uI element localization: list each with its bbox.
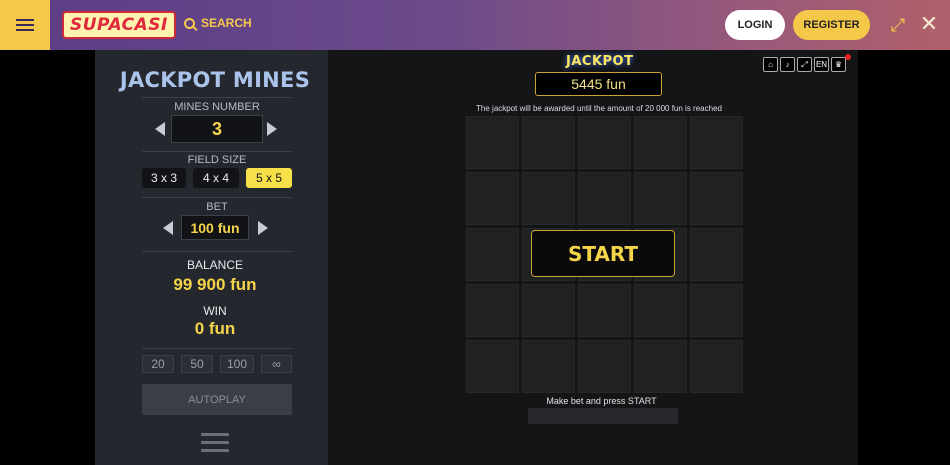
close-icon[interactable]: ✕ — [918, 12, 940, 36]
mine-cell[interactable] — [522, 116, 575, 169]
game-title: JACKPOT MINES — [119, 68, 311, 92]
mine-cell[interactable] — [522, 284, 575, 337]
mine-cell[interactable] — [466, 340, 519, 393]
mine-cell[interactable] — [466, 284, 519, 337]
mine-cell[interactable] — [690, 116, 743, 169]
jackpot-title: JACKPOT — [566, 54, 634, 69]
menu-icon — [16, 16, 34, 34]
start-button[interactable]: START — [531, 230, 675, 277]
autoplay-count-infinite[interactable]: ∞ — [261, 355, 292, 373]
mine-cell[interactable] — [578, 116, 631, 169]
site-logo[interactable]: SUPACASI — [62, 11, 176, 39]
login-button[interactable]: LOGIN — [725, 10, 785, 40]
mine-cell[interactable] — [578, 172, 631, 225]
search-button[interactable]: SEARCH — [184, 16, 252, 30]
status-message: Make bet and press START — [546, 396, 657, 406]
mine-cell[interactable] — [634, 172, 687, 225]
mine-cell[interactable] — [578, 340, 631, 393]
autoplay-count-20[interactable]: 20 — [142, 355, 174, 373]
mine-cell[interactable] — [466, 228, 519, 281]
game-menu-icon[interactable] — [201, 433, 229, 457]
trophy-icon[interactable]: ♛ — [831, 57, 846, 72]
divider — [142, 97, 292, 98]
top-navbar: SUPACASI SEARCH LOGIN REGISTER ⤢ ✕ — [0, 0, 950, 50]
language-button[interactable]: EN — [814, 57, 829, 72]
sound-icon[interactable]: ♪ — [780, 57, 795, 72]
mine-cell[interactable] — [690, 340, 743, 393]
fullscreen-icon[interactable]: ⤢ — [889, 16, 907, 34]
autoplay-count-100[interactable]: 100 — [220, 355, 254, 373]
field-size-3x3-button[interactable]: 3 x 3 — [142, 168, 186, 188]
home-icon[interactable]: ⌂ — [763, 57, 778, 72]
divider — [142, 348, 292, 349]
win-label: WIN — [203, 304, 227, 318]
mine-cell[interactable] — [634, 284, 687, 337]
autoplay-count-50[interactable]: 50 — [181, 355, 213, 373]
mine-cell[interactable] — [522, 340, 575, 393]
field-size-label: FIELD SIZE — [187, 154, 247, 166]
mines-increase-arrow[interactable] — [267, 122, 277, 136]
jackpot-value: 5445 fun — [535, 72, 662, 96]
search-label: SEARCH — [201, 16, 252, 30]
menu-button[interactable] — [0, 0, 50, 50]
bet-increase-arrow[interactable] — [258, 221, 268, 235]
divider — [142, 197, 292, 198]
mines-number-value: 3 — [171, 115, 263, 143]
mine-cell[interactable] — [690, 172, 743, 225]
jackpot-note: The jackpot will be awarded until the am… — [476, 104, 722, 113]
game-board-area: JACKPOT 5445 fun The jackpot will be awa… — [328, 50, 858, 465]
game-toolbar: ⌂ ♪ ⤢ EN ♛ — [763, 57, 846, 72]
bet-value: 100 fun — [181, 215, 249, 240]
mine-cell[interactable] — [578, 284, 631, 337]
notification-dot — [845, 54, 851, 60]
register-button[interactable]: REGISTER — [793, 10, 870, 40]
mines-decrease-arrow[interactable] — [155, 122, 165, 136]
balance-label: BALANCE — [186, 258, 244, 272]
field-size-4x4-button[interactable]: 4 x 4 — [193, 168, 239, 188]
game-control-panel: JACKPOT MINES MINES NUMBER 3 FIELD SIZE … — [95, 50, 328, 465]
mine-cell[interactable] — [690, 284, 743, 337]
bet-label: BET — [206, 201, 228, 213]
status-bar — [528, 408, 678, 424]
mine-cell[interactable] — [634, 340, 687, 393]
mine-cell[interactable] — [690, 228, 743, 281]
mine-cell[interactable] — [634, 116, 687, 169]
logo-text: SUPACASI — [70, 15, 168, 35]
mines-number-label: MINES NUMBER — [174, 101, 260, 113]
mine-cell[interactable] — [466, 116, 519, 169]
divider — [142, 251, 292, 252]
mine-cell[interactable] — [466, 172, 519, 225]
balance-value: 99 900 fun — [173, 275, 257, 294]
field-size-5x5-button[interactable]: 5 x 5 — [246, 168, 292, 188]
search-icon — [184, 17, 195, 29]
mine-cell[interactable] — [522, 172, 575, 225]
divider — [142, 151, 292, 152]
win-value: 0 fun — [194, 319, 236, 338]
autoplay-button[interactable]: AUTOPLAY — [142, 384, 292, 415]
fullscreen-toggle-icon[interactable]: ⤢ — [797, 57, 812, 72]
bet-decrease-arrow[interactable] — [163, 221, 173, 235]
